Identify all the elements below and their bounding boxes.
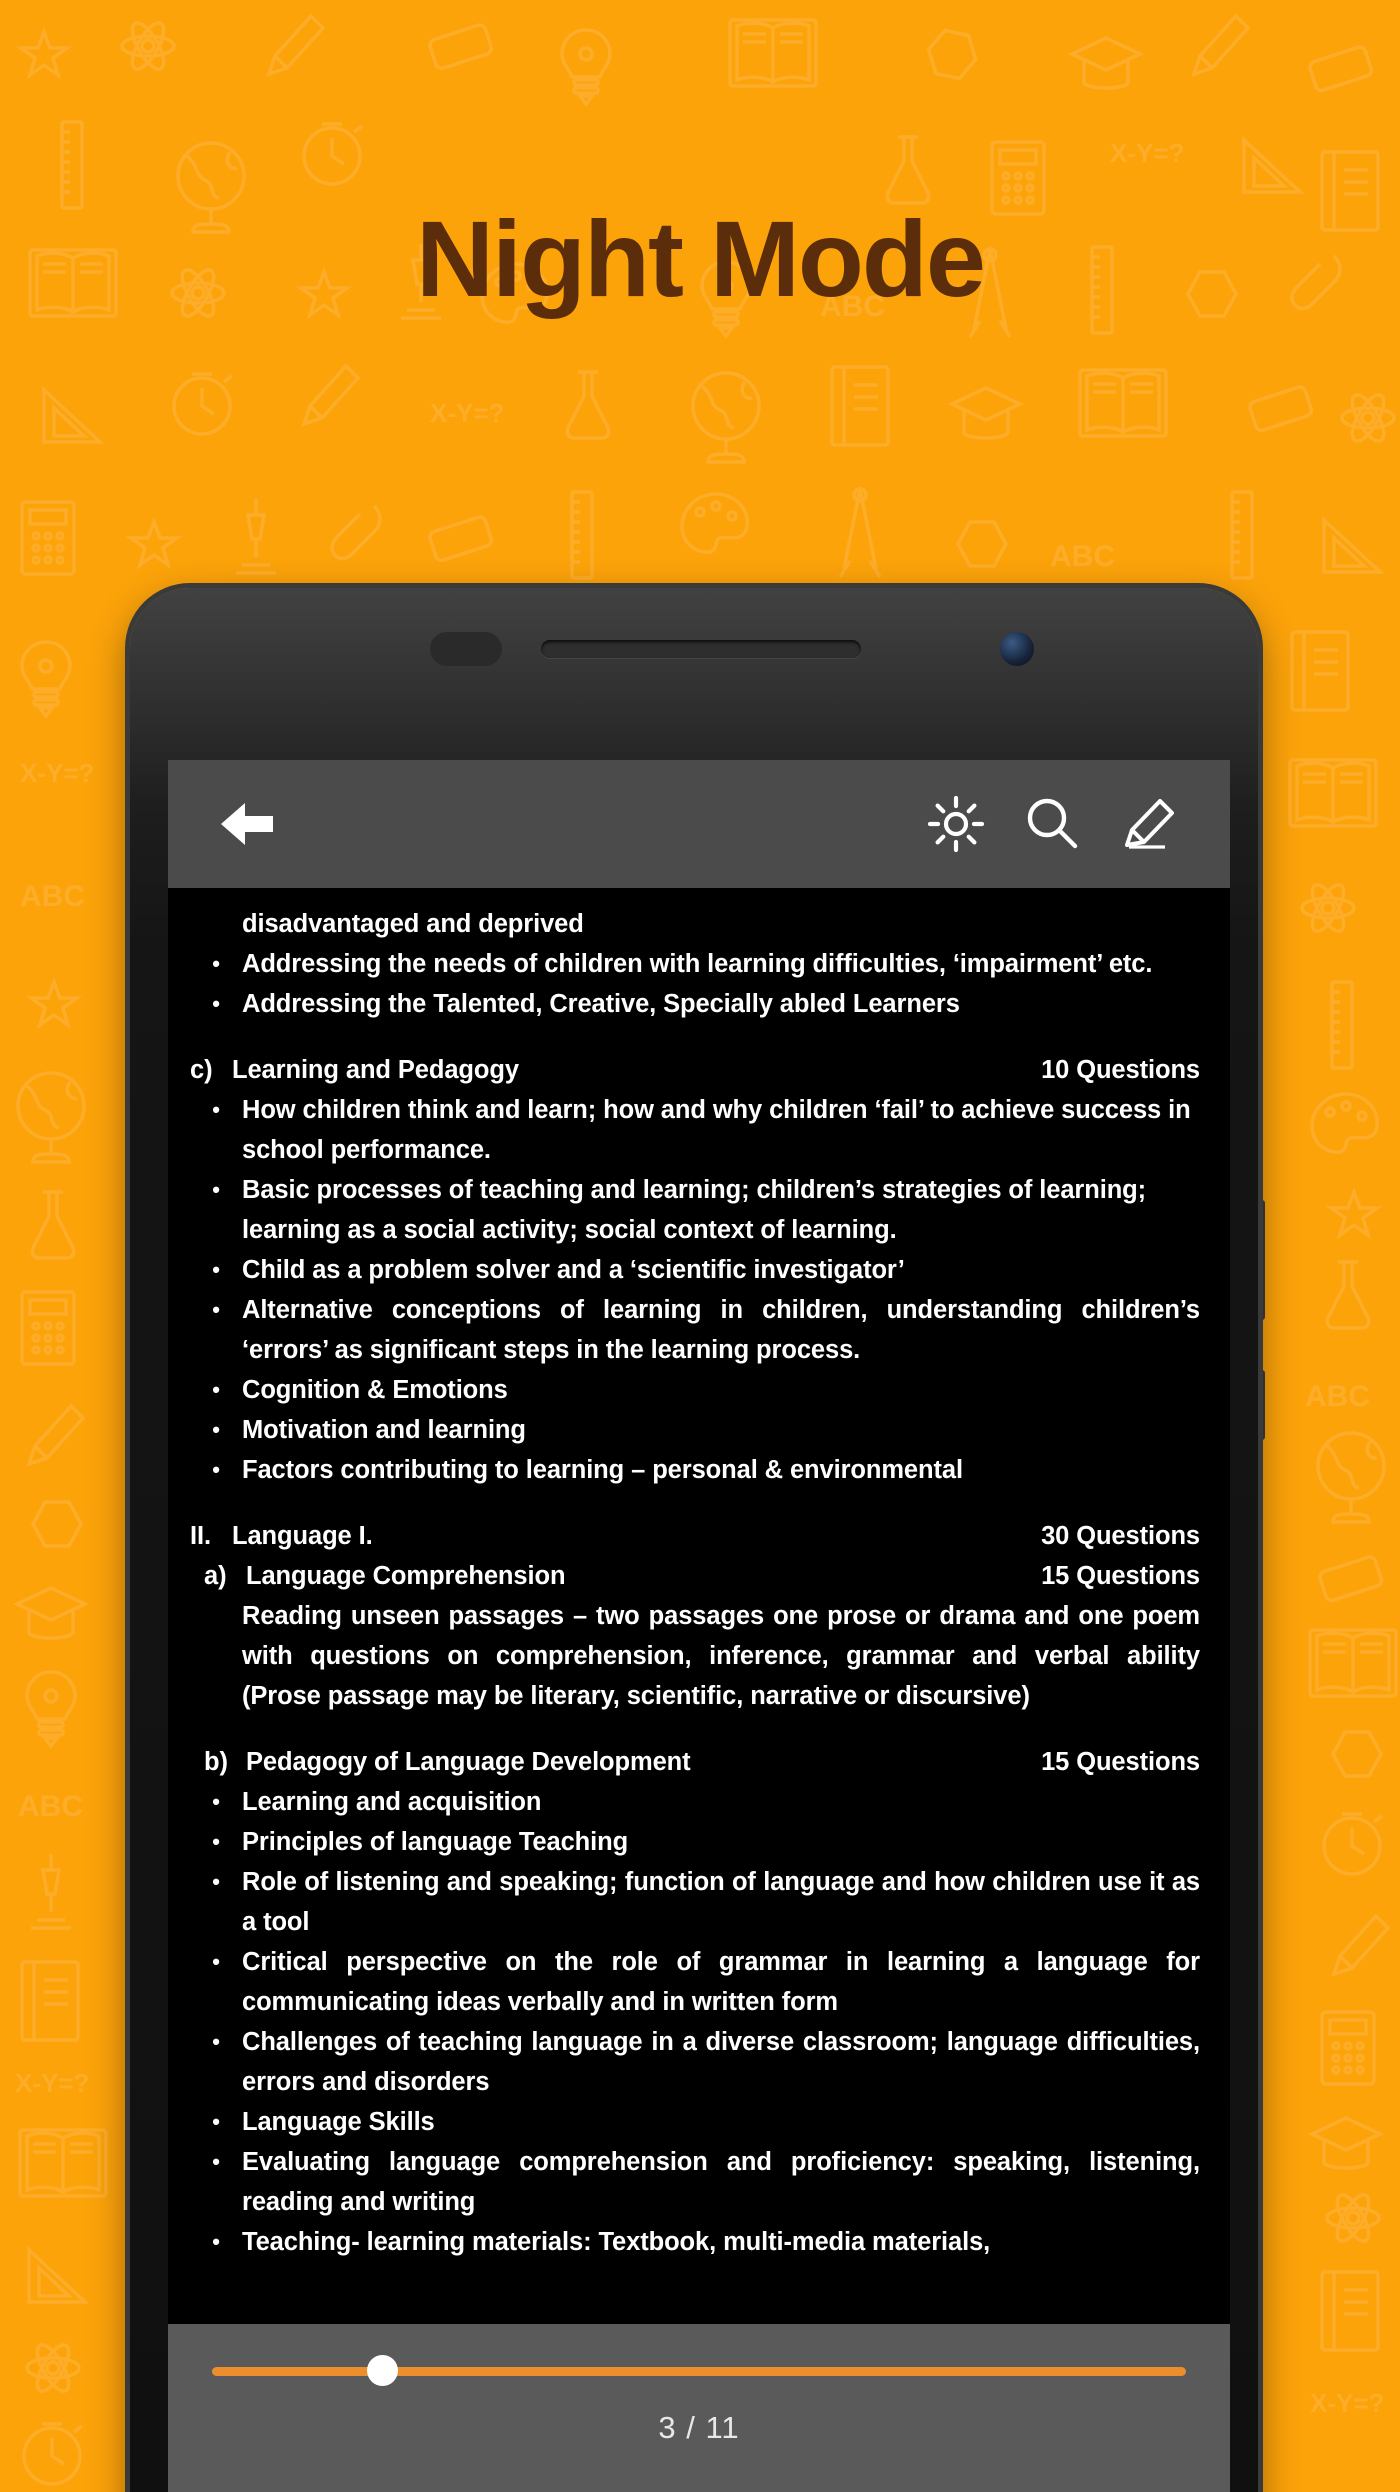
- back-arrow-icon[interactable]: [198, 776, 294, 872]
- bullet-item: • Role of listening and speaking; functi…: [190, 1862, 1200, 1942]
- bullet-marker: •: [212, 1177, 220, 1202]
- bullet-item: • Alternative conceptions of learning in…: [190, 1290, 1200, 1370]
- heading-marker: II.: [190, 1522, 211, 1550]
- bullet-marker: •: [212, 2229, 220, 2254]
- bullet-text: Critical perspective on the role of gram…: [242, 1948, 1200, 2016]
- bullet-text: Role of listening and speaking; function…: [242, 1868, 1200, 1936]
- bullet-item: • How children think and learn; how and …: [190, 1090, 1200, 1170]
- search-magnifier-icon[interactable]: [1004, 776, 1100, 872]
- heading-title: Language I.: [232, 1522, 373, 1550]
- bullet-text: Addressing the Talented, Creative, Speci…: [242, 990, 960, 1018]
- bullet-text: Factors contributing to learning – perso…: [242, 1456, 963, 1484]
- bullet-text: Basic processes of teaching and learning…: [242, 1176, 1147, 1244]
- bullet-item: • Challenges of teaching language in a d…: [190, 2022, 1200, 2102]
- phone-screen: disadvantaged and deprived • Addressing …: [168, 760, 1230, 2492]
- bullet-item: • Critical perspective on the role of gr…: [190, 1942, 1200, 2022]
- text-continuation: disadvantaged and deprived: [242, 910, 584, 938]
- page-seek-bar[interactable]: [212, 2355, 1186, 2386]
- bullet-item: • Teaching- learning materials: Textbook…: [190, 2222, 1200, 2262]
- bullet-marker: •: [212, 2149, 220, 2174]
- bullet-text: Evaluating language comprehension and pr…: [242, 2148, 1200, 2216]
- page-indicator: 3 / 11: [658, 2410, 740, 2445]
- bullet-item: • Cognition & Emotions: [190, 1370, 1200, 1410]
- heading-question-count: 30 Questions: [1041, 1522, 1200, 1550]
- bullet-text: Alternative conceptions of learning in c…: [242, 1296, 1200, 1364]
- bullet-item: • Principles of language Teaching: [190, 1822, 1200, 1862]
- page-title: Night Mode: [416, 198, 986, 319]
- bullet-text: Language Skills: [242, 2108, 435, 2136]
- bullet-marker: •: [212, 1297, 220, 1322]
- bullet-item: • Child as a problem solver and a ‘scien…: [190, 1250, 1200, 1290]
- bullet-text: Motivation and learning: [242, 1416, 526, 1444]
- bullet-item: • Factors contributing to learning – per…: [190, 1450, 1200, 1490]
- bullet-item: • Addressing the Talented, Creative, Spe…: [190, 984, 1200, 1024]
- bullet-item: • Learning and acquisition: [190, 1782, 1200, 1822]
- bullet-marker: •: [212, 951, 220, 976]
- seek-track[interactable]: [212, 2367, 1186, 2376]
- edit-pencil-icon[interactable]: [1100, 776, 1196, 872]
- seek-thumb[interactable]: [367, 2355, 399, 2386]
- bullet-item: • Basic processes of teaching and learni…: [190, 1170, 1200, 1250]
- app-toolbar: [168, 760, 1230, 888]
- heading-title: Pedagogy of Language Development: [246, 1748, 691, 1776]
- bullet-marker: •: [212, 1257, 220, 1282]
- heading-title: Language Comprehension: [246, 1562, 566, 1590]
- bullet-marker: •: [212, 991, 220, 1016]
- heading-marker: c): [190, 1056, 213, 1084]
- heading-question-count: 15 Questions: [1041, 1562, 1200, 1590]
- heading-marker: a): [204, 1562, 227, 1590]
- earpiece-speaker: [541, 640, 861, 658]
- bullet-marker: •: [212, 1829, 220, 1854]
- brightness-sun-icon[interactable]: [908, 776, 1004, 872]
- heading-question-count: 10 Questions: [1041, 1056, 1200, 1084]
- bullet-item: • Evaluating language comprehension and …: [190, 2142, 1200, 2222]
- bullet-text: Teaching- learning materials: Textbook, …: [242, 2228, 991, 2256]
- bullet-marker: •: [212, 2029, 220, 2054]
- bullet-text: Principles of language Teaching: [242, 1828, 629, 1856]
- bullet-text: Child as a problem solver and a ‘scienti…: [242, 1256, 905, 1284]
- section-heading: II. Language I. 30 Questions: [190, 1516, 1200, 1556]
- bullet-marker: •: [212, 1949, 220, 1974]
- bullet-marker: •: [212, 2109, 220, 2134]
- bullet-marker: •: [212, 1457, 220, 1482]
- section-heading: c) Learning and Pedagogy 10 Questions: [190, 1050, 1200, 1090]
- heading-marker: b): [204, 1748, 228, 1776]
- bullet-item: • Language Skills: [190, 2102, 1200, 2142]
- bullet-item: • Motivation and learning: [190, 1410, 1200, 1450]
- section-heading: b) Pedagogy of Language Development 15 Q…: [190, 1742, 1200, 1782]
- bullet-text: How children think and learn; how and wh…: [242, 1096, 1191, 1164]
- proximity-sensor: [430, 632, 502, 666]
- section-heading: a) Language Comprehension 15 Questions: [190, 1556, 1200, 1596]
- bullet-marker: •: [212, 1789, 220, 1814]
- bullet-marker: •: [212, 1097, 220, 1122]
- bullet-text: Cognition & Emotions: [242, 1376, 508, 1404]
- document-content[interactable]: disadvantaged and deprived • Addressing …: [168, 888, 1230, 2492]
- bullet-marker: •: [212, 1377, 220, 1402]
- page-navigation-bar: 3 / 11: [168, 2324, 1230, 2492]
- bullet-text: Learning and acquisition: [242, 1788, 542, 1816]
- bullet-marker: •: [212, 1869, 220, 1894]
- bullet-text: Addressing the needs of children with le…: [242, 950, 1153, 978]
- paragraph-text: Reading unseen passages – two passages o…: [242, 1602, 1200, 1710]
- bullet-item: • Addressing the needs of children with …: [190, 944, 1200, 984]
- heading-title: Learning and Pedagogy: [232, 1056, 519, 1084]
- bullet-text: Challenges of teaching language in a div…: [242, 2028, 1200, 2096]
- heading-question-count: 15 Questions: [1041, 1748, 1200, 1776]
- bullet-marker: •: [212, 1417, 220, 1442]
- front-camera: [1000, 632, 1034, 666]
